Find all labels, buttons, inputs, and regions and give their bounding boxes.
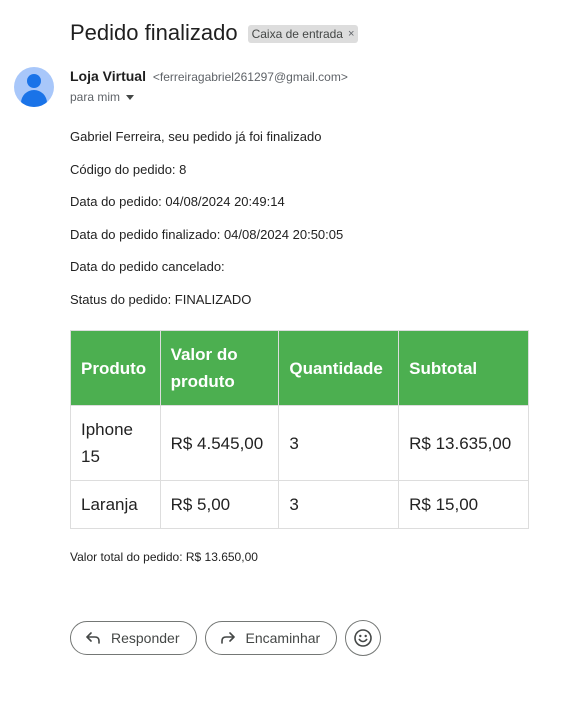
table-header-row: Produto Valor do produto Quantidade Subt…	[70, 330, 529, 406]
cell-unit-price: R$ 4.545,00	[159, 405, 280, 481]
emoji-reaction-button[interactable]	[345, 620, 382, 656]
forward-label: Encaminhar	[245, 630, 321, 646]
sender-name[interactable]: Loja Virtual	[70, 68, 146, 84]
recipient-text: para mim	[70, 90, 121, 104]
body-line-order-code: Código do pedido: 8	[70, 161, 187, 177]
cell-quantity: 3	[278, 480, 400, 529]
table-row: Laranja R$ 5,00 3 R$ 15,00	[70, 480, 529, 529]
cell-subtotal: R$ 13.635,00	[398, 405, 529, 481]
sender-avatar[interactable]	[14, 67, 54, 107]
avatar-head	[27, 74, 41, 88]
cell-product: Laranja	[70, 480, 161, 529]
avatar-body	[21, 90, 47, 107]
subject-row: Pedido finalizado Caixa de entrada ×	[70, 18, 359, 48]
header-quantity: Quantidade	[278, 330, 400, 406]
emoji-icon	[354, 629, 373, 647]
email-body: Gabriel Ferreira, seu pedido já foi fina…	[70, 128, 540, 324]
forward-button[interactable]: Encaminhar	[204, 621, 338, 655]
email-subject: Pedido finalizado	[70, 20, 238, 45]
message-actions: Responder Encaminhar	[70, 620, 382, 656]
body-line-finalized-date: Data do pedido finalizado: 04/08/2024 20…	[70, 226, 344, 242]
cell-unit-price: R$ 5,00	[159, 480, 280, 529]
chevron-down-icon[interactable]	[126, 95, 135, 100]
forward-icon	[220, 632, 235, 644]
header-unit-price: Valor do produto	[159, 330, 280, 406]
reply-icon	[86, 632, 100, 644]
sender-email: <ferreiragabriel261297@gmail.com>	[152, 70, 348, 84]
cell-subtotal: R$ 15,00	[398, 480, 529, 529]
email-view: Pedido finalizado Caixa de entrada × Loj…	[0, 0, 582, 702]
inbox-label-text: Caixa de entrada	[251, 27, 343, 41]
table-row: Iphone 15 R$ 4.545,00 3 R$ 13.635,00	[70, 405, 529, 481]
order-total: Valor total do pedido: R$ 13.650,00	[70, 550, 258, 564]
header-subtotal: Subtotal	[398, 330, 529, 406]
sender-line: Loja Virtual <ferreiragabriel261297@gmai…	[70, 68, 348, 84]
remove-label-icon[interactable]: ×	[348, 28, 354, 40]
body-line-status: Status do pedido: FINALIZADO	[70, 291, 252, 307]
reply-button[interactable]: Responder	[70, 621, 197, 655]
body-line-greeting: Gabriel Ferreira, seu pedido já foi fina…	[70, 129, 322, 144]
inbox-label-chip[interactable]: Caixa de entrada ×	[247, 25, 359, 43]
cell-product: Iphone 15	[70, 405, 161, 481]
body-line-order-date: Data do pedido: 04/08/2024 20:49:14	[70, 194, 285, 210]
cell-quantity: 3	[278, 405, 400, 481]
header-product: Produto	[70, 330, 161, 406]
recipient-details[interactable]: para mim	[70, 90, 135, 104]
reply-label: Responder	[111, 630, 180, 646]
order-items-table: Produto Valor do produto Quantidade Subt…	[70, 330, 529, 529]
body-line-cancelled-date: Data do pedido cancelado:	[70, 259, 225, 275]
